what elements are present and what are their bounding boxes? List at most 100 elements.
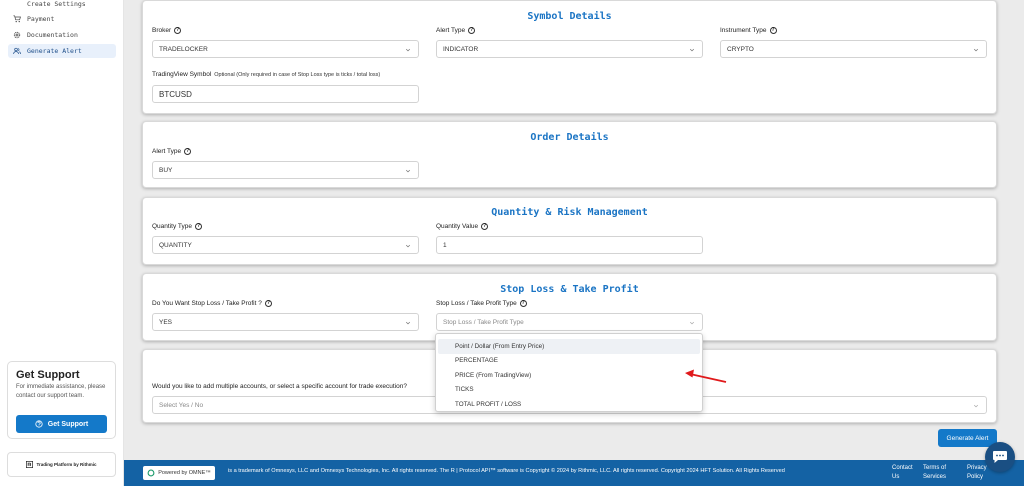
help-icon[interactable]: ? [468,27,476,34]
instrument-type-label-text: Instrument Type [720,27,767,34]
stoploss-type-dropdown: Point / Dollar (From Entry Price) PERCEN… [435,333,703,412]
want-stoploss-select[interactable]: YES [152,313,419,331]
quantity-value: 1 [443,241,447,249]
broker-label-text: Broker [152,27,172,34]
sidebar-item-label: Generate Alert [27,47,82,55]
quantity-type-label-text: Quantity Type [152,223,192,230]
order-alert-type-label: Alert Type ? [152,148,192,155]
support-title: Get Support [16,369,80,381]
tradingview-symbol-input[interactable]: BTCUSD [152,85,419,103]
quantity-title: Quantity & Risk Management [491,207,648,218]
help-icon[interactable]: ? [184,148,192,155]
sidebar-item-create-settings[interactable]: Create Settings [8,0,116,11]
dropdown-option[interactable]: TICKS [438,383,700,398]
footer: Powered by OMNE™ is a trademark of Omnes… [124,460,1024,486]
accounts-question-text: Would you like to add multiple accounts,… [152,383,407,390]
sidebar-item-label: Documentation [27,31,78,39]
instrument-type-label: Instrument Type ? [720,27,777,34]
order-alert-type-value: BUY [159,166,173,174]
instrument-type-select[interactable]: CRYPTO [720,40,987,58]
rithmic-badge-text: Trading Platform by Rithmic [36,462,97,467]
help-icon[interactable]: ? [481,223,489,230]
get-support-button[interactable]: Get Support [16,415,107,433]
help-icon[interactable]: ? [264,300,272,307]
quantity-type-select[interactable]: QUANTITY [152,236,419,254]
chevron-down-icon [405,244,411,248]
help-icon[interactable]: ? [519,300,527,307]
stoploss-type-placeholder: Stop Loss / Take Profit Type [443,318,524,326]
omne-badge[interactable]: Powered by OMNE™ [143,466,215,480]
stoploss-type-label-text: Stop Loss / Take Profit Type [436,300,517,307]
quantity-value-label-text: Quantity Value [436,223,479,230]
help-circle-icon [35,420,43,428]
instrument-type-value: CRYPTO [727,45,754,53]
want-stoploss-label-text: Do You Want Stop Loss / Take Profit ? [152,300,262,307]
help-icon[interactable]: ? [769,27,777,34]
support-card: Get Support For immediate assistance, pl… [7,361,116,439]
dropdown-option[interactable]: TOTAL PROFIT / LOSS [438,397,700,412]
stoploss-type-select[interactable]: Stop Loss / Take Profit Type [436,313,703,331]
stoploss-title: Stop Loss & Take Profit [500,284,639,295]
quantity-value-input[interactable]: 1 [436,236,703,254]
quantity-value-label: Quantity Value ? [436,223,489,230]
accounts-question: Would you like to add multiple accounts,… [152,383,407,390]
help-icon[interactable]: ? [195,223,202,230]
terms-link[interactable]: Terms of Services [923,464,957,482]
omne-logo-icon [147,469,155,477]
alert-type-select[interactable]: INDICATOR [436,40,703,58]
chevron-down-icon [689,321,695,325]
broker-label: Broker ? [152,27,182,34]
settings-gear-icon [13,31,21,39]
chevron-down-icon [973,404,979,408]
chat-icon [993,451,1007,463]
order-details-card: Order Details Alert Type ? BUY [142,121,997,188]
stoploss-card: Stop Loss & Take Profit Do You Want Stop… [142,273,997,341]
chevron-down-icon [405,169,411,173]
want-stoploss-value: YES [159,318,173,326]
cart-icon [13,15,21,23]
stoploss-type-label: Stop Loss / Take Profit Type ? [436,300,527,307]
generate-alert-button[interactable]: Generate Alert [938,429,997,447]
accounts-placeholder: Select Yes / No [159,401,204,409]
users-icon [13,47,21,55]
sidebar-item-documentation[interactable]: Documentation [8,28,116,42]
support-text: For immediate assistance, please contact… [16,384,106,399]
chevron-down-icon [405,48,411,52]
footer-copyright: is a trademark of Omnesys, LLC and Omnes… [228,468,785,474]
contact-us-link[interactable]: Contact Us [892,464,916,482]
dropdown-option[interactable]: Point / Dollar (From Entry Price) [438,339,700,354]
order-alert-type-select[interactable]: BUY [152,161,419,179]
quantity-type-value: QUANTITY [159,241,192,249]
tradingview-symbol-label: TradingView Symbol Optional (Only requir… [152,71,380,78]
tradingview-symbol-value: BTCUSD [159,89,192,99]
sidebar-item-generate-alert[interactable]: Generate Alert [8,44,116,58]
rithmic-logo-icon [26,461,34,468]
dropdown-option[interactable]: PRICE (From TradingView) [438,368,700,383]
help-icon[interactable]: ? [174,27,182,34]
omne-badge-text: Powered by OMNE™ [158,470,211,476]
chevron-down-icon [689,48,695,52]
sidebar-item-label: Payment [27,15,55,23]
order-details-title: Order Details [530,132,609,143]
symbol-details-title: Symbol Details [527,11,612,22]
annotation-arrow-icon [685,369,727,383]
quantity-card: Quantity & Risk Management Quantity Type… [142,197,997,265]
chevron-down-icon [973,48,979,52]
sidebar-item-label: Create Settings [27,0,86,8]
tradingview-symbol-label-text: TradingView Symbol [152,71,212,78]
alert-type-value: INDICATOR [443,45,479,53]
quantity-type-label: Quantity Type ? [152,223,202,230]
sidebar-item-payment[interactable]: Payment [8,12,116,26]
chevron-down-icon [405,321,411,325]
rithmic-badge[interactable]: Trading Platform by Rithmic [7,452,116,477]
get-support-label: Get Support [47,420,89,428]
broker-value: TRADELOCKER [159,45,208,53]
sidebar: Create Settings Payment Documentation Ge… [0,0,124,486]
alert-type-label-text: Alert Type [436,27,466,34]
alert-type-label: Alert Type ? [436,27,476,34]
optional-note: Optional (Only required in case of Stop … [214,71,381,78]
symbol-details-card: Symbol Details Broker ? TRADELOCKER Aler… [142,0,997,114]
broker-select[interactable]: TRADELOCKER [152,40,419,58]
dropdown-option[interactable]: PERCENTAGE [438,354,700,369]
chat-button[interactable] [985,442,1015,472]
